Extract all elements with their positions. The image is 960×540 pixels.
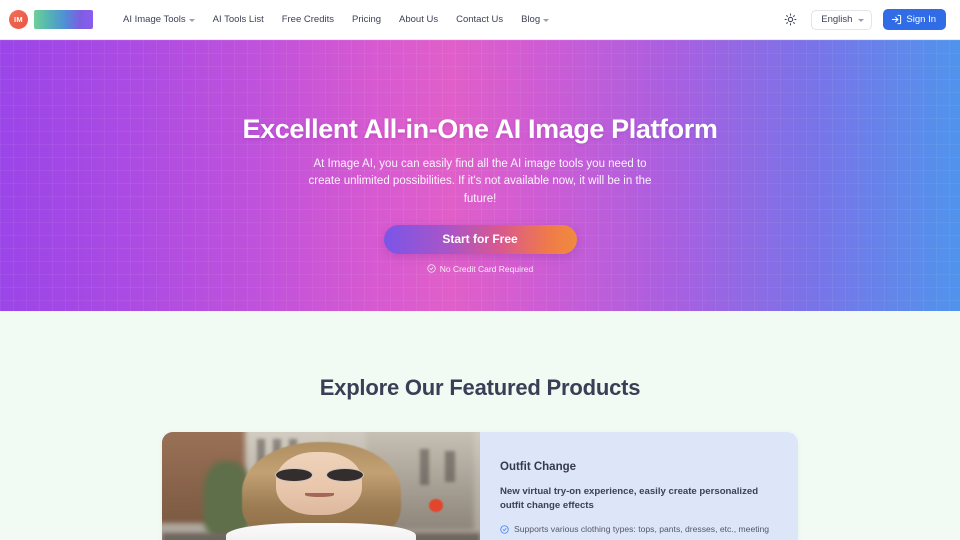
sun-icon <box>784 13 797 26</box>
language-select[interactable]: English <box>811 9 873 30</box>
nav-label: Free Credits <box>281 14 334 25</box>
nav-item-ai-image-tools[interactable]: AI Image Tools <box>114 8 204 31</box>
nav-label: AI Image Tools <box>123 14 186 25</box>
chevron-down-icon <box>543 18 550 22</box>
check-circle-icon <box>427 264 436 273</box>
nav-label: AI Tools List <box>212 14 264 25</box>
language-value: English <box>821 14 853 25</box>
header-actions: English Sign In <box>780 9 946 30</box>
product-image <box>162 432 480 540</box>
hero-subtitle: At Image AI, you can easily find all the… <box>308 158 652 205</box>
nav-item-blog[interactable]: Blog <box>512 8 558 31</box>
sign-in-label: Sign In <box>906 14 936 25</box>
login-icon <box>892 14 902 25</box>
no-credit-card-label: No Credit Card Required <box>439 263 534 274</box>
product-description: New virtual try-on experience, easily cr… <box>500 486 759 511</box>
brand-logo[interactable]: IM <box>9 10 93 29</box>
product-card-outfit-change[interactable]: Outfit Change New virtual try-on experie… <box>162 432 798 540</box>
nav-label: Pricing <box>351 14 382 25</box>
check-circle-icon <box>500 525 509 534</box>
nav-label: Contact Us <box>456 14 504 25</box>
nav-label: About Us <box>399 14 439 25</box>
sign-in-button[interactable]: Sign In <box>883 9 946 30</box>
featured-products-section: Explore Our Featured Products Outfit Cha… <box>0 311 960 540</box>
product-feature-text: Supports various clothing types: tops, p… <box>514 524 770 535</box>
nav-item-pricing[interactable]: Pricing <box>343 8 390 31</box>
site-header: IM AI Image Tools AI Tools List Free Cre… <box>0 0 960 40</box>
nav-item-about-us[interactable]: About Us <box>390 8 447 31</box>
hero-title: Excellent All-in-One AI Image Platform <box>242 114 718 144</box>
hero-banner: Excellent All-in-One AI Image Platform A… <box>0 40 960 311</box>
chevron-down-icon <box>188 18 195 22</box>
no-credit-card-note: No Credit Card Required <box>0 264 960 274</box>
section-title: Explore Our Featured Products <box>319 375 641 400</box>
product-feature-item: Supports various clothing types: tops, p… <box>500 523 776 535</box>
nav-item-free-credits[interactable]: Free Credits <box>273 8 343 31</box>
nav-item-ai-tools-list[interactable]: AI Tools List <box>204 8 273 31</box>
product-card-body: Outfit Change New virtual try-on experie… <box>480 432 798 540</box>
chevron-down-icon <box>858 18 865 22</box>
brand-logo-icon: IM <box>9 10 28 29</box>
nav-label: Blog <box>521 14 541 25</box>
start-for-free-button[interactable]: Start for Free <box>383 224 577 254</box>
product-title: Outfit Change <box>500 461 577 473</box>
main-navigation: AI Image Tools AI Tools List Free Credit… <box>114 8 558 31</box>
brand-gradient-bar <box>34 10 93 29</box>
theme-toggle-button[interactable] <box>780 10 800 30</box>
nav-item-contact-us[interactable]: Contact Us <box>447 8 512 31</box>
